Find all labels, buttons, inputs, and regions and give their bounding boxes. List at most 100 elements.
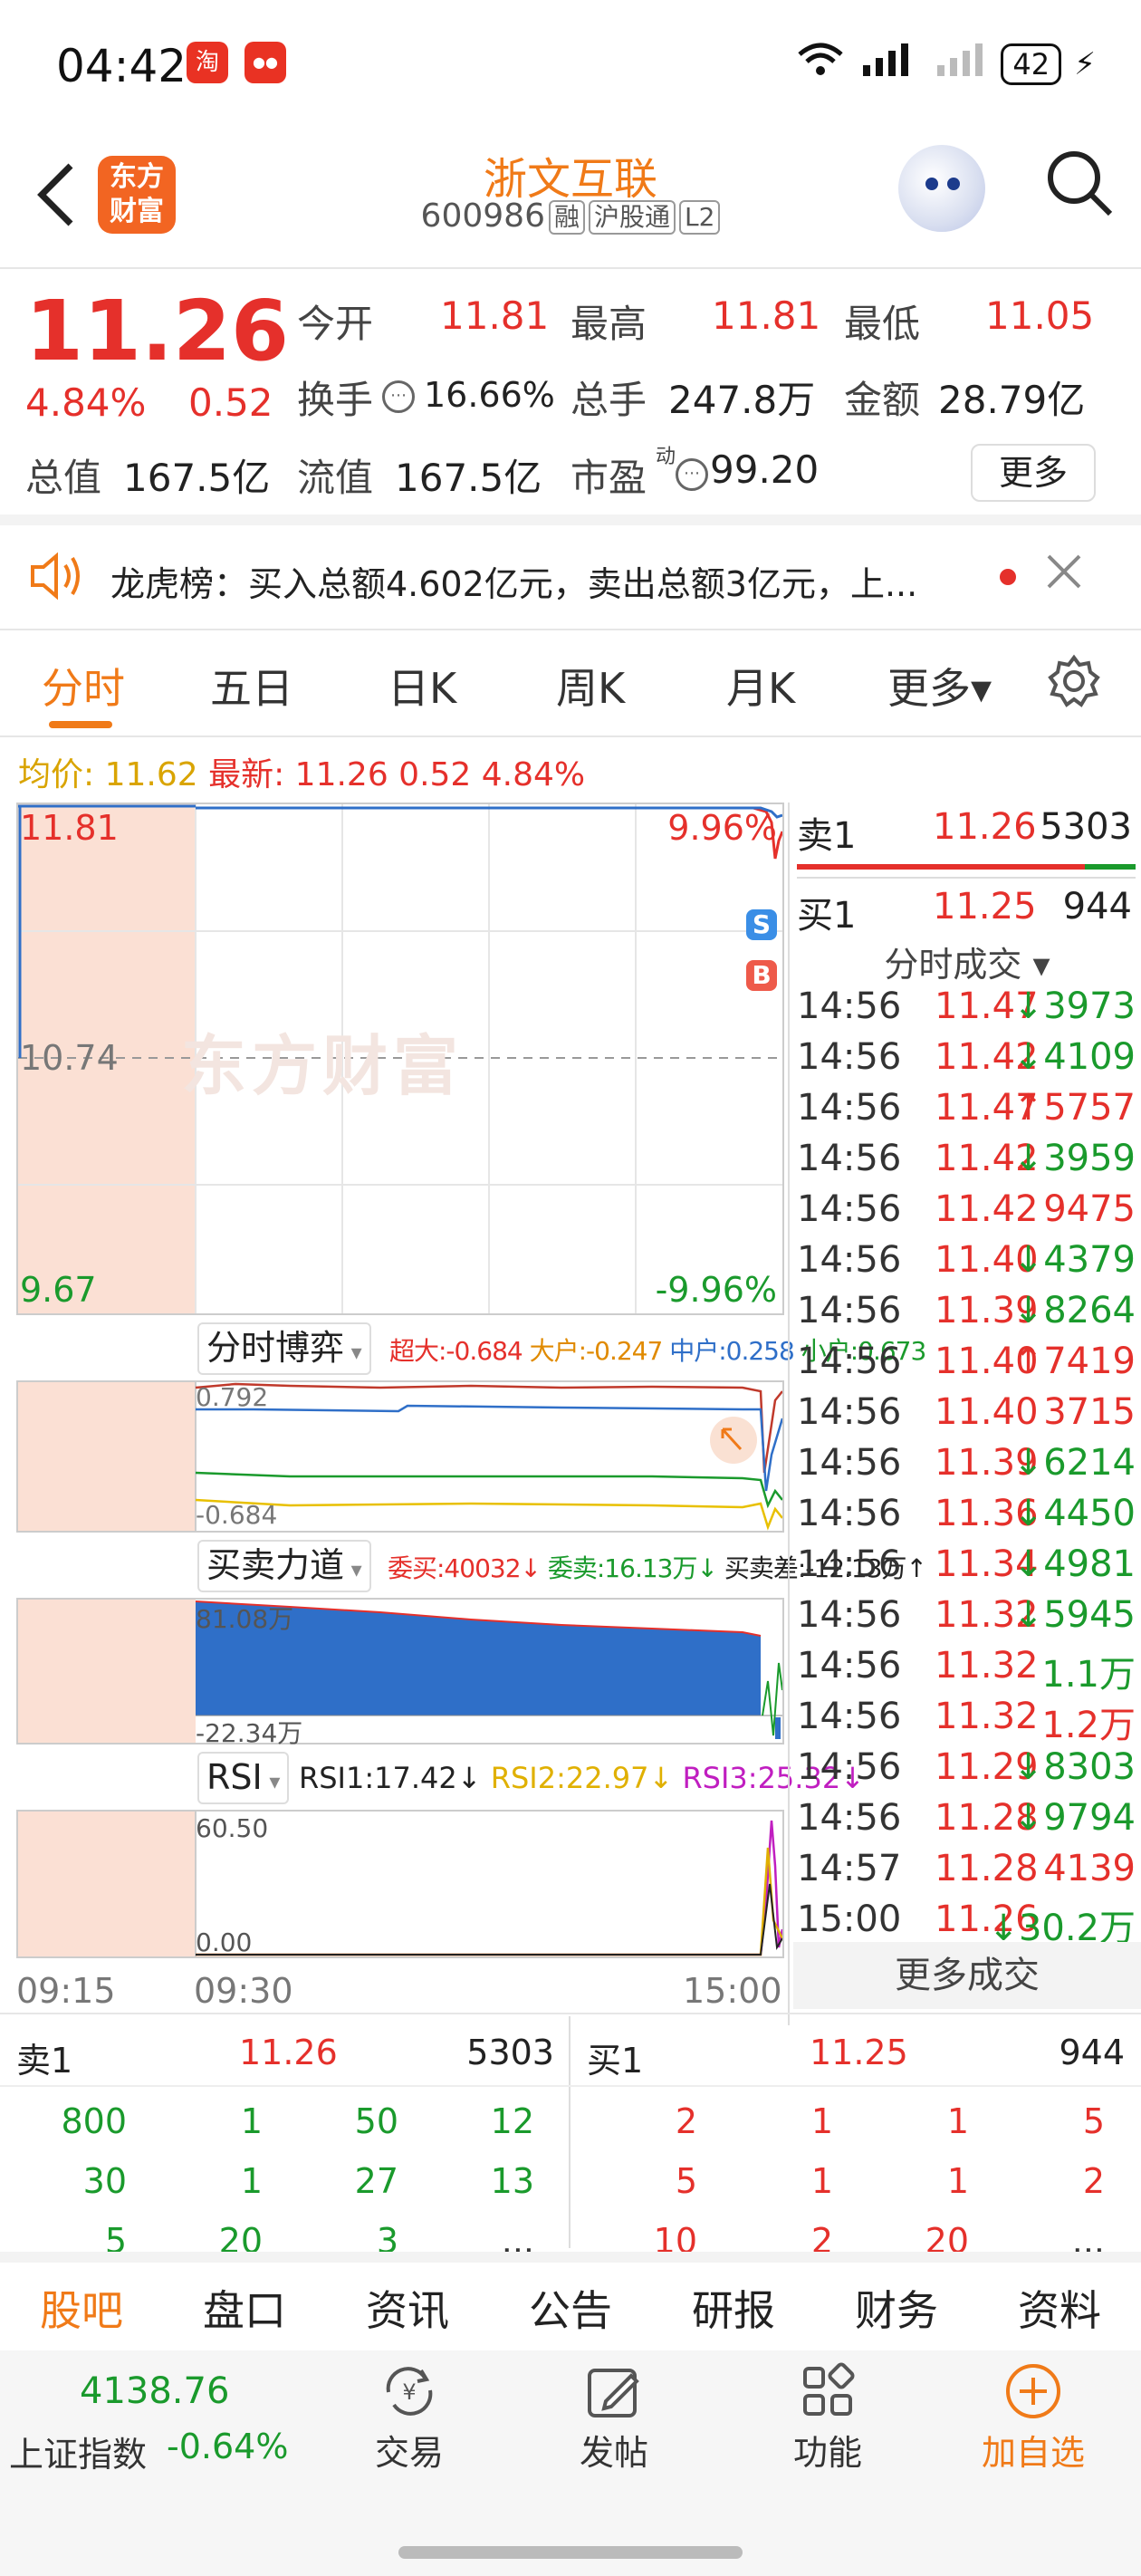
- tab-more[interactable]: 更多▾: [887, 656, 992, 716]
- game-chart[interactable]: 0.792 -0.684: [16, 1380, 784, 1533]
- buy-signal-badge[interactable]: B: [746, 960, 777, 991]
- subtab-news[interactable]: 资讯: [366, 2278, 449, 2338]
- tab-weekly-k[interactable]: 周K: [556, 656, 625, 716]
- tab-monthly-k[interactable]: 月K: [726, 656, 795, 716]
- tick-row: 14:56 11.39 ↓8264: [793, 1290, 1141, 1341]
- tick-volume: ↓4109: [1012, 1036, 1136, 1078]
- chart-tabs: 分时 五日 日K 周K 月K 更多▾: [0, 634, 1141, 734]
- rsi-top-value: 60.50: [196, 1813, 269, 1843]
- subtab-announcements[interactable]: 公告: [529, 2278, 612, 2338]
- back-button[interactable]: [33, 159, 78, 243]
- low-value: 11.05: [985, 293, 1095, 338]
- taobao-app-icon: 淘: [187, 42, 228, 83]
- tick-row: 14:56 11.32 ↓5945: [793, 1594, 1141, 1645]
- tick-row: 14:56 11.42 ↓4109: [793, 1036, 1141, 1087]
- tick-time: 14:56: [797, 1341, 902, 1382]
- ask-volume: 委卖:16.13万↓: [547, 1553, 718, 1583]
- add-watchlist-button[interactable]: 加自选: [974, 2361, 1092, 2475]
- float-value: 167.5亿: [395, 456, 542, 500]
- volume-value: 247.8万: [668, 378, 816, 422]
- tick-row: 14:56 11.40 ↑7419: [793, 1341, 1141, 1391]
- index-name[interactable]: 上证指数: [9, 2427, 147, 2476]
- close-button[interactable]: [1043, 551, 1085, 596]
- gear-icon: [1048, 654, 1100, 707]
- rsi-select[interactable]: RSI ▾: [197, 1752, 290, 1804]
- trade-label: 交易: [374, 2433, 444, 2473]
- search-button[interactable]: [1043, 147, 1116, 219]
- post-button[interactable]: 发帖: [569, 2361, 659, 2475]
- eastmoney-logo[interactable]: 东方 财富: [98, 156, 176, 234]
- time-label-close: 15:00: [683, 1971, 782, 2011]
- ai-assistant-button[interactable]: [898, 145, 985, 232]
- sell1-price: 11.26: [933, 806, 1037, 848]
- info-icon[interactable]: ⋯: [382, 380, 415, 413]
- search-icon: [1048, 151, 1113, 216]
- tick-row: 14:56 11.42 ↓3959: [793, 1138, 1141, 1188]
- info-icon[interactable]: ⋯: [676, 458, 708, 491]
- tick-volume: ↑7419: [1012, 1341, 1136, 1382]
- force-chart[interactable]: 81.08万 -22.34万: [16, 1598, 784, 1748]
- force-indicator-select[interactable]: 买卖力道 ▾: [197, 1540, 371, 1592]
- settings-button[interactable]: [1047, 654, 1101, 712]
- info-subtabs: 股吧 盘口 资讯 公告 研报 财务 资料: [0, 2264, 1141, 2351]
- tick-time: 14:56: [797, 1138, 902, 1179]
- tick-time: 14:56: [797, 1391, 902, 1433]
- subtab-profile[interactable]: 资料: [1018, 2278, 1101, 2338]
- change-percent: 4.84%: [25, 380, 147, 425]
- sell-queue-order: 1: [240, 2101, 263, 2141]
- high-value: 11.81: [712, 293, 821, 338]
- signal-2-icon: [934, 42, 988, 86]
- notice-bar[interactable]: 龙虎榜：买入总额4.602亿元，卖出总额3亿元，上...: [0, 525, 1141, 629]
- more-ticks-button[interactable]: 更多成交: [793, 1942, 1141, 2009]
- buy-queue-order: 1: [810, 2101, 833, 2141]
- subtab-research[interactable]: 研报: [692, 2278, 775, 2338]
- tick-row: 14:56 11.39 ↓6214: [793, 1442, 1141, 1493]
- force-area: [195, 1600, 782, 1739]
- tick-time: 14:56: [797, 1290, 902, 1331]
- tab-5day[interactable]: 五日: [210, 656, 293, 716]
- bid-ask-ratio-bar: [797, 864, 1136, 870]
- tick-row: 14:56 11.34 ↓4981: [793, 1543, 1141, 1594]
- large-value: 大户:-0.247: [529, 1336, 664, 1366]
- buy1-volume: 944: [1062, 886, 1132, 928]
- grid-apps-icon: [803, 2362, 855, 2416]
- bid-volume: 委买:40032↓: [388, 1553, 542, 1583]
- volume-label: 总手: [570, 378, 647, 422]
- pe-dynamic-mark: 动: [656, 446, 676, 468]
- tick-row: 14:56 11.40 ↓4379: [793, 1239, 1141, 1290]
- rsi-bottom-value: 0.00: [196, 1927, 253, 1957]
- rsi2-value: RSI2:22.97↓: [490, 1761, 674, 1795]
- battery-indicator: 42: [1001, 43, 1062, 85]
- tick-volume: ↓9794: [1012, 1797, 1136, 1839]
- more-button[interactable]: 更多: [971, 444, 1096, 502]
- tick-row: 14:56 11.32 1.2万: [793, 1696, 1141, 1746]
- buy-queue-order: 5: [675, 2161, 697, 2201]
- subtab-orderbook[interactable]: 盘口: [203, 2278, 286, 2338]
- rsi-chart[interactable]: 60.50 0.00: [16, 1810, 784, 1958]
- divider: [0, 267, 1141, 269]
- robot-eye: [947, 178, 960, 190]
- sell-signal-badge[interactable]: S: [746, 909, 777, 940]
- buy-queue-order: 2: [675, 2101, 697, 2141]
- tick-row: 14:56 11.47 ↓3973: [793, 985, 1141, 1036]
- tick-time: 14:56: [797, 1645, 902, 1687]
- intraday-chart[interactable]: 东方财富 11.81 9.96% 10.74 9.67 -9.96% S B: [16, 803, 784, 1315]
- bottom-nav: 4138.76 上证指数 -0.64% ¥ 交易 发帖 功能 加自选: [0, 2350, 1141, 2576]
- subtab-finance[interactable]: 财务: [855, 2278, 938, 2338]
- trade-button[interactable]: ¥ 交易: [364, 2361, 455, 2475]
- yen-cycle-icon: ¥: [386, 2367, 433, 2416]
- tick-time: 14:56: [797, 1188, 902, 1230]
- game-indicator-select[interactable]: 分时博弈 ▾: [197, 1322, 371, 1375]
- home-indicator[interactable]: [398, 2546, 743, 2559]
- ticks-dropdown[interactable]: 分时成交 ▾: [793, 937, 1141, 986]
- tab-intraday[interactable]: 分时: [42, 656, 125, 716]
- divider: [797, 877, 1136, 879]
- tab-daily-k[interactable]: 日K: [388, 656, 456, 716]
- subtab-forum[interactable]: 股吧: [40, 2278, 123, 2338]
- amount-label: 金额: [844, 378, 921, 422]
- buy1-price: 11.25: [933, 886, 1037, 928]
- index-change: -0.64%: [167, 2427, 289, 2466]
- tick-row: 14:56 11.29 ↓8303: [793, 1746, 1141, 1797]
- signal-icon: [858, 42, 921, 86]
- function-button[interactable]: 功能: [782, 2361, 873, 2475]
